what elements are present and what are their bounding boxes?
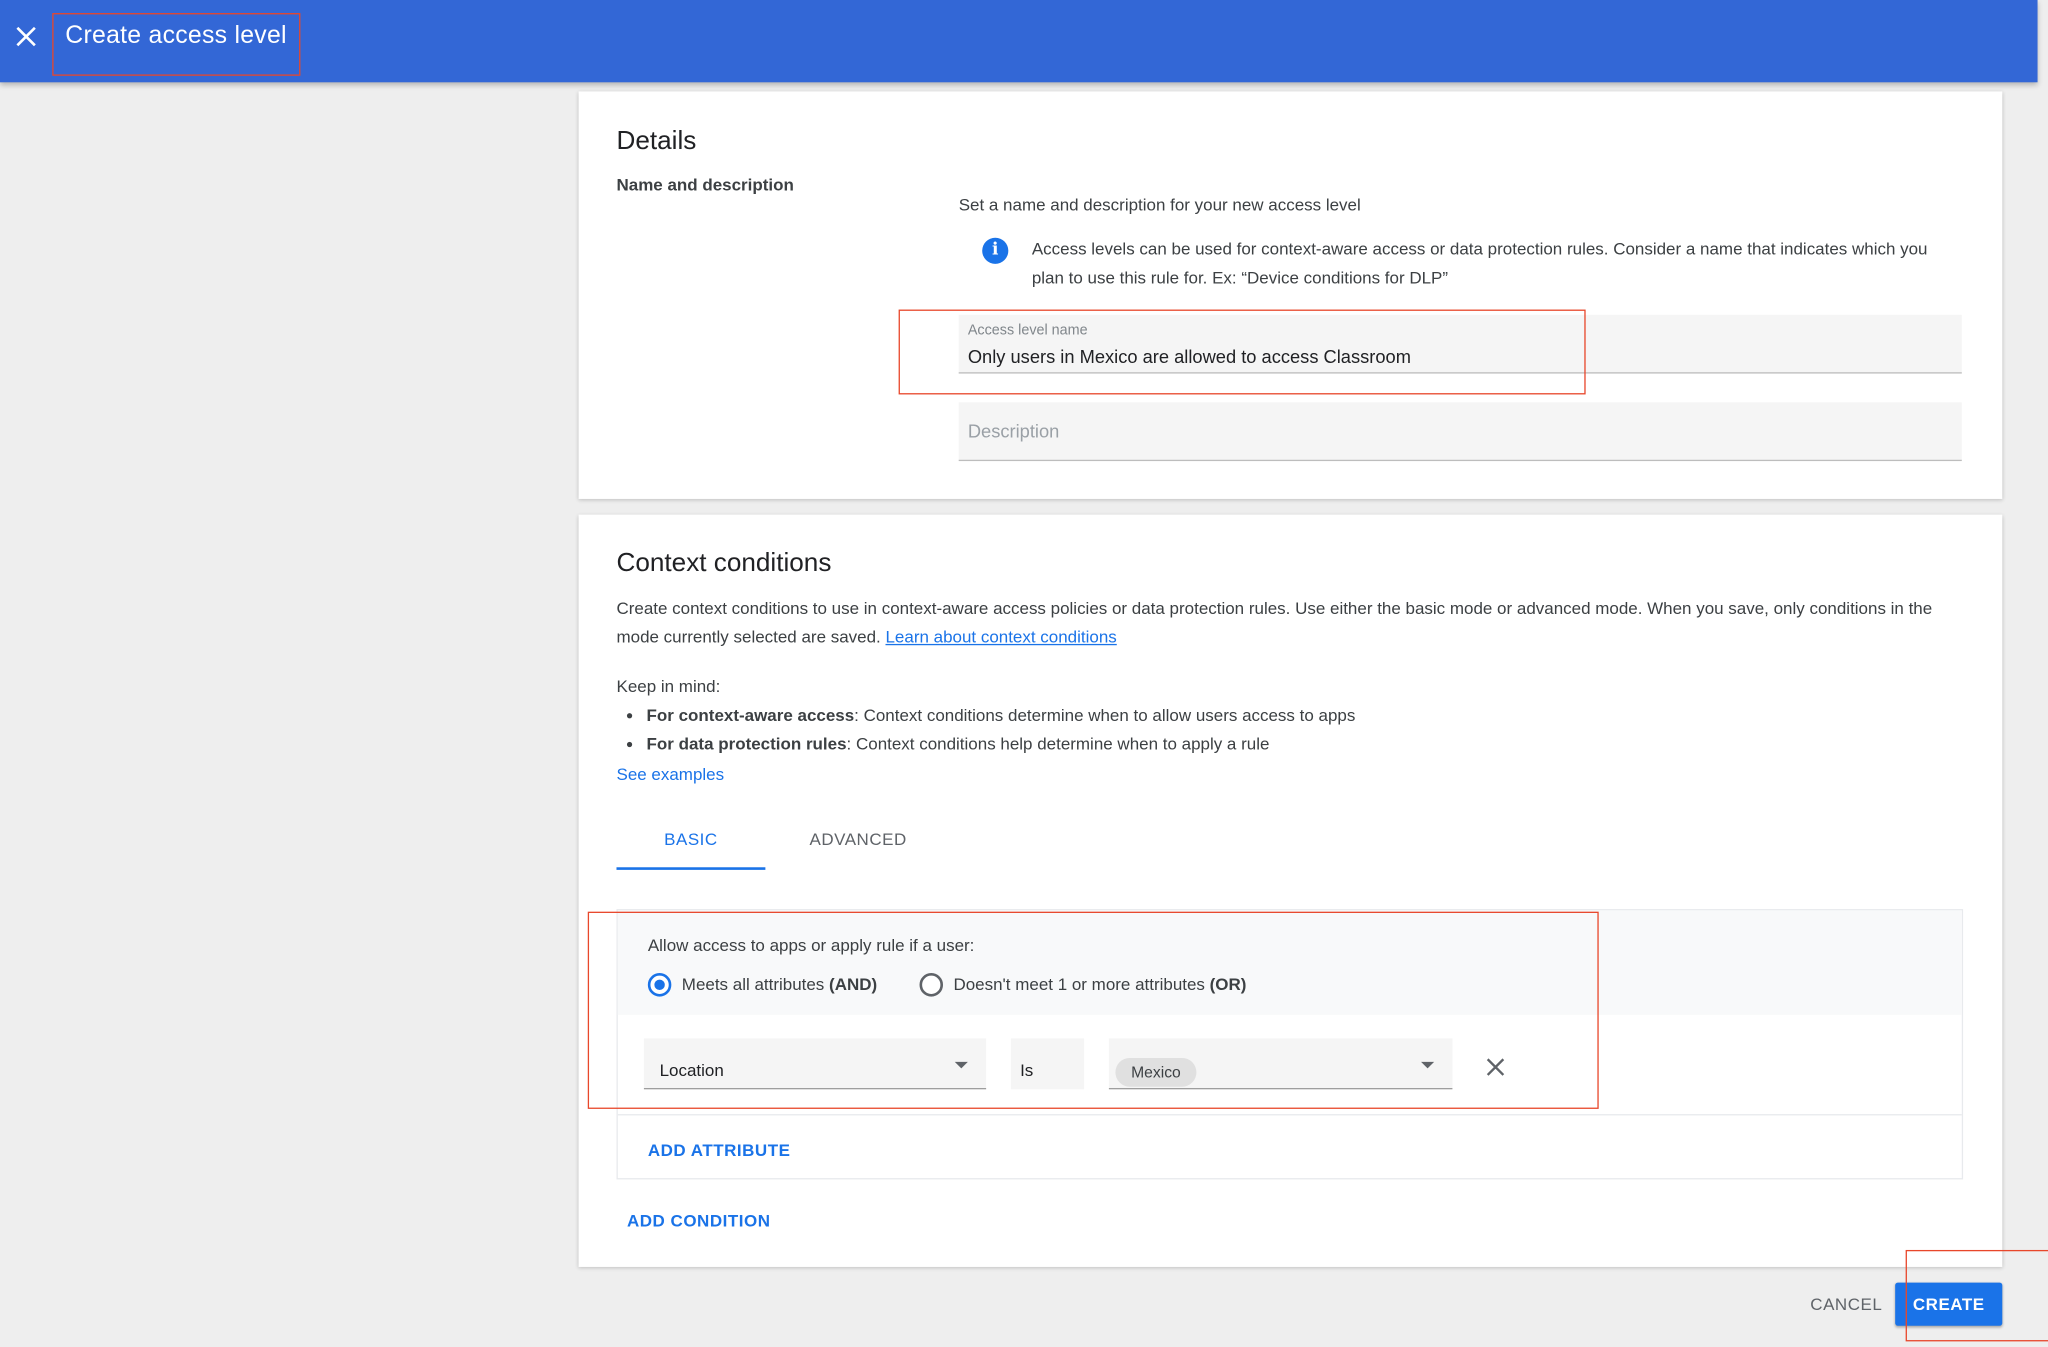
- operator-field: Is: [1010, 1038, 1085, 1090]
- condition-box: Allow access to apps or apply rule if a …: [616, 909, 1964, 1180]
- radio-or[interactable]: [919, 973, 944, 997]
- access-level-name-input[interactable]: [967, 346, 1921, 368]
- attribute-select-value: Location: [659, 1060, 724, 1081]
- operator-value: Is: [1020, 1060, 1034, 1081]
- details-card: Details Name and description Set a name …: [578, 91, 2003, 499]
- close-icon: [16, 26, 36, 47]
- close-button[interactable]: [8, 18, 45, 55]
- create-button[interactable]: CREATE: [1895, 1282, 2003, 1326]
- condition-prompt: Allow access to apps or apply rule if a …: [647, 935, 975, 955]
- top-app-bar: Create access level: [0, 0, 2038, 83]
- access-level-name-field[interactable]: Access level name: [958, 314, 1962, 374]
- learn-context-conditions-link[interactable]: Learn about context conditions: [885, 627, 1116, 647]
- info-icon: i: [982, 237, 1009, 264]
- condition-header: Allow access to apps or apply rule if a …: [617, 910, 1962, 1015]
- add-condition-button[interactable]: ADD CONDITION: [627, 1211, 771, 1231]
- tab-basic[interactable]: BASIC: [616, 815, 766, 870]
- chevron-down-icon: [954, 1061, 968, 1069]
- tab-advanced[interactable]: ADVANCED: [773, 815, 943, 870]
- radio-or-label[interactable]: Doesn't meet 1 or more attributes (OR): [953, 974, 1246, 994]
- radio-and-label[interactable]: Meets all attributes (AND): [682, 974, 877, 994]
- add-attribute-button[interactable]: ADD ATTRIBUTE: [648, 1140, 791, 1160]
- attribute-select[interactable]: Location: [643, 1038, 987, 1090]
- bullet-data-protection: For data protection rules: Context condi…: [647, 730, 1356, 759]
- cancel-button[interactable]: CANCEL: [1810, 1294, 1882, 1314]
- value-chip-mexico: Mexico: [1115, 1057, 1197, 1087]
- chevron-down-icon: [1421, 1061, 1435, 1069]
- description-input[interactable]: [967, 420, 1921, 442]
- details-title: Details: [616, 126, 697, 156]
- details-hint: Set a name and description for your new …: [958, 194, 1361, 215]
- page-title: Create access level: [65, 22, 287, 50]
- location-value-select[interactable]: Mexico: [1108, 1038, 1453, 1090]
- context-title: Context conditions: [616, 548, 832, 578]
- remove-attribute-button[interactable]: [1485, 1057, 1506, 1078]
- description-field[interactable]: [958, 402, 1962, 462]
- access-level-name-label: Access level name: [967, 322, 1088, 339]
- context-description: Create context conditions to use in cont…: [616, 598, 1933, 647]
- radio-and[interactable]: [647, 973, 672, 997]
- context-conditions-card: Context conditions Create context condit…: [578, 514, 2003, 1267]
- bullet-context-aware: For context-aware access: Context condit…: [647, 701, 1356, 730]
- info-text: Access levels can be used for context-aw…: [1031, 239, 1928, 288]
- create-access-level-page: Create access level Details Name and des…: [0, 0, 2048, 1347]
- close-icon: [1486, 1058, 1505, 1076]
- keep-in-mind-list: For context-aware access: Context condit…: [647, 701, 1356, 758]
- keep-in-mind-label: Keep in mind:: [616, 676, 721, 697]
- condition-divider: [617, 1114, 1962, 1116]
- see-examples-link[interactable]: See examples: [616, 764, 724, 784]
- name-description-subheading: Name and description: [616, 175, 794, 195]
